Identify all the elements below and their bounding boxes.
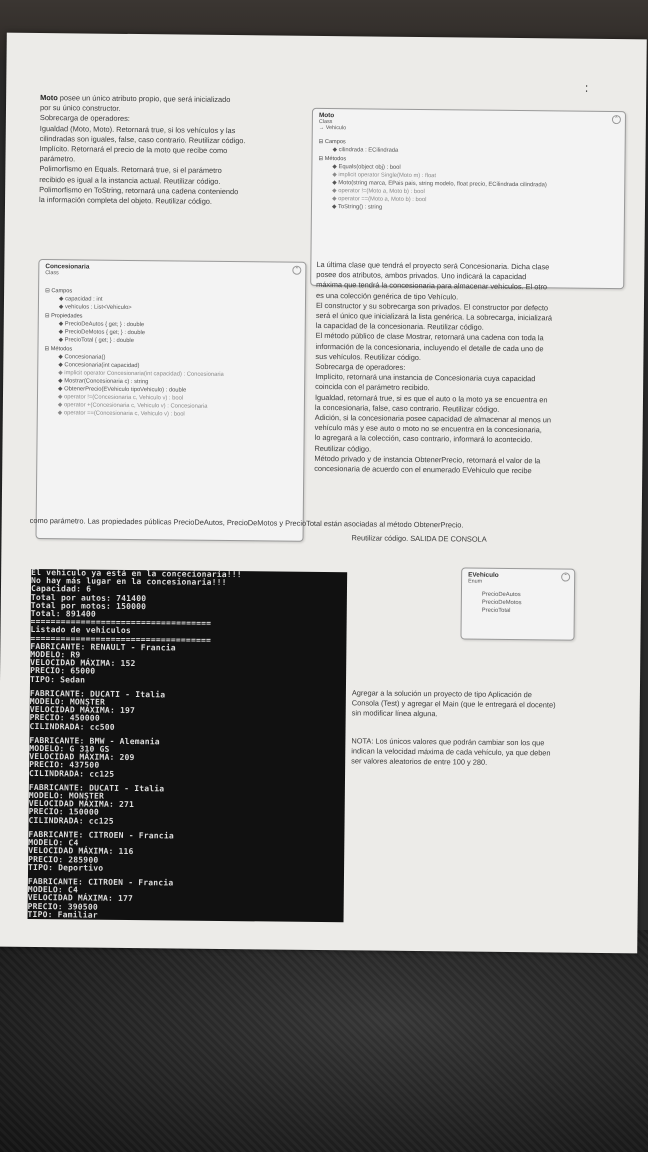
floor-background bbox=[0, 930, 648, 1152]
concesionaria-class-diagram: ⌃ Concesionaria Class ⊟ Campos ◆ capacida… bbox=[35, 259, 307, 542]
evehiculo-enum-diagram: ⌃ EVehiculo Enum PrecioDeAutos PrecioDeMo… bbox=[460, 567, 576, 641]
class-sections: ⊟ Campos ◆ cilindrada : ECilindrada ⊟ Méto… bbox=[312, 137, 625, 214]
line-text: Implícito. Retornará el precio de la mot… bbox=[39, 144, 228, 156]
line-text: posee un único atributo propio, que será… bbox=[57, 93, 231, 105]
member-row: ◆ operator ==(Concesionaria c, Vehiculo … bbox=[57, 410, 185, 418]
line-text: Polimorfismo en ToString, retornará una … bbox=[39, 184, 239, 196]
moto-description: Moto posee un único atributo propio, que… bbox=[39, 93, 300, 208]
concesionaria-description: La última clase que tendrá el proyecto s… bbox=[314, 260, 616, 477]
nota-text: NOTA: Los únicos valores que podrán camb… bbox=[351, 736, 621, 769]
enum-values: PrecioDeAutos PrecioDeMotos PrecioTotal bbox=[462, 590, 574, 615]
console-output: El vehiculo ya está en la concecionaria!… bbox=[27, 568, 348, 923]
line-text: por su único constructor. bbox=[39, 103, 121, 114]
enum-value: PrecioTotal bbox=[481, 607, 511, 614]
line-text: la información completa del objeto. Reut… bbox=[39, 195, 213, 206]
text-line: sin modificar línea alguna. bbox=[351, 708, 438, 719]
line-text: Sobrecarga de operadores: bbox=[39, 113, 130, 124]
enum-kind: Enum bbox=[468, 578, 483, 585]
line-text: recibido es igual a la instancia actual.… bbox=[39, 174, 221, 186]
line-text: parámetro. bbox=[39, 154, 76, 164]
page-marker: : bbox=[584, 80, 589, 95]
printed-page: : Moto posee un único atributo propio, q… bbox=[0, 32, 647, 954]
text-line: concesionaria de acuerdo con el enumerad… bbox=[314, 463, 532, 476]
class-sections: ⊟ Campos ◆ capacidad : int ◆ vehiculos : L… bbox=[38, 286, 305, 420]
bold-term: Moto bbox=[40, 93, 58, 103]
collapse-icon[interactable]: ⌃ bbox=[292, 265, 302, 275]
collapse-icon[interactable]: ⌃ bbox=[611, 115, 621, 125]
salida-line: Reutilizar código. SALIDA DE CONSOLA bbox=[351, 533, 487, 544]
line-text: Igualdad (Moto, Moto). Retornará true, s… bbox=[39, 123, 236, 135]
collapse-icon[interactable]: ⌃ bbox=[561, 572, 571, 582]
instructions-text: Agregar a la solución un proyecto de tip… bbox=[352, 688, 622, 721]
text-line: ser valores aleatorios de entre 100 y 28… bbox=[351, 756, 488, 768]
text-line: la información completa del objeto. Reut… bbox=[39, 195, 299, 208]
line-text: Polimorfismo en Equals. Retornará true, … bbox=[39, 164, 222, 176]
line-text: cilindradas son iguales, false, caso con… bbox=[39, 133, 246, 145]
